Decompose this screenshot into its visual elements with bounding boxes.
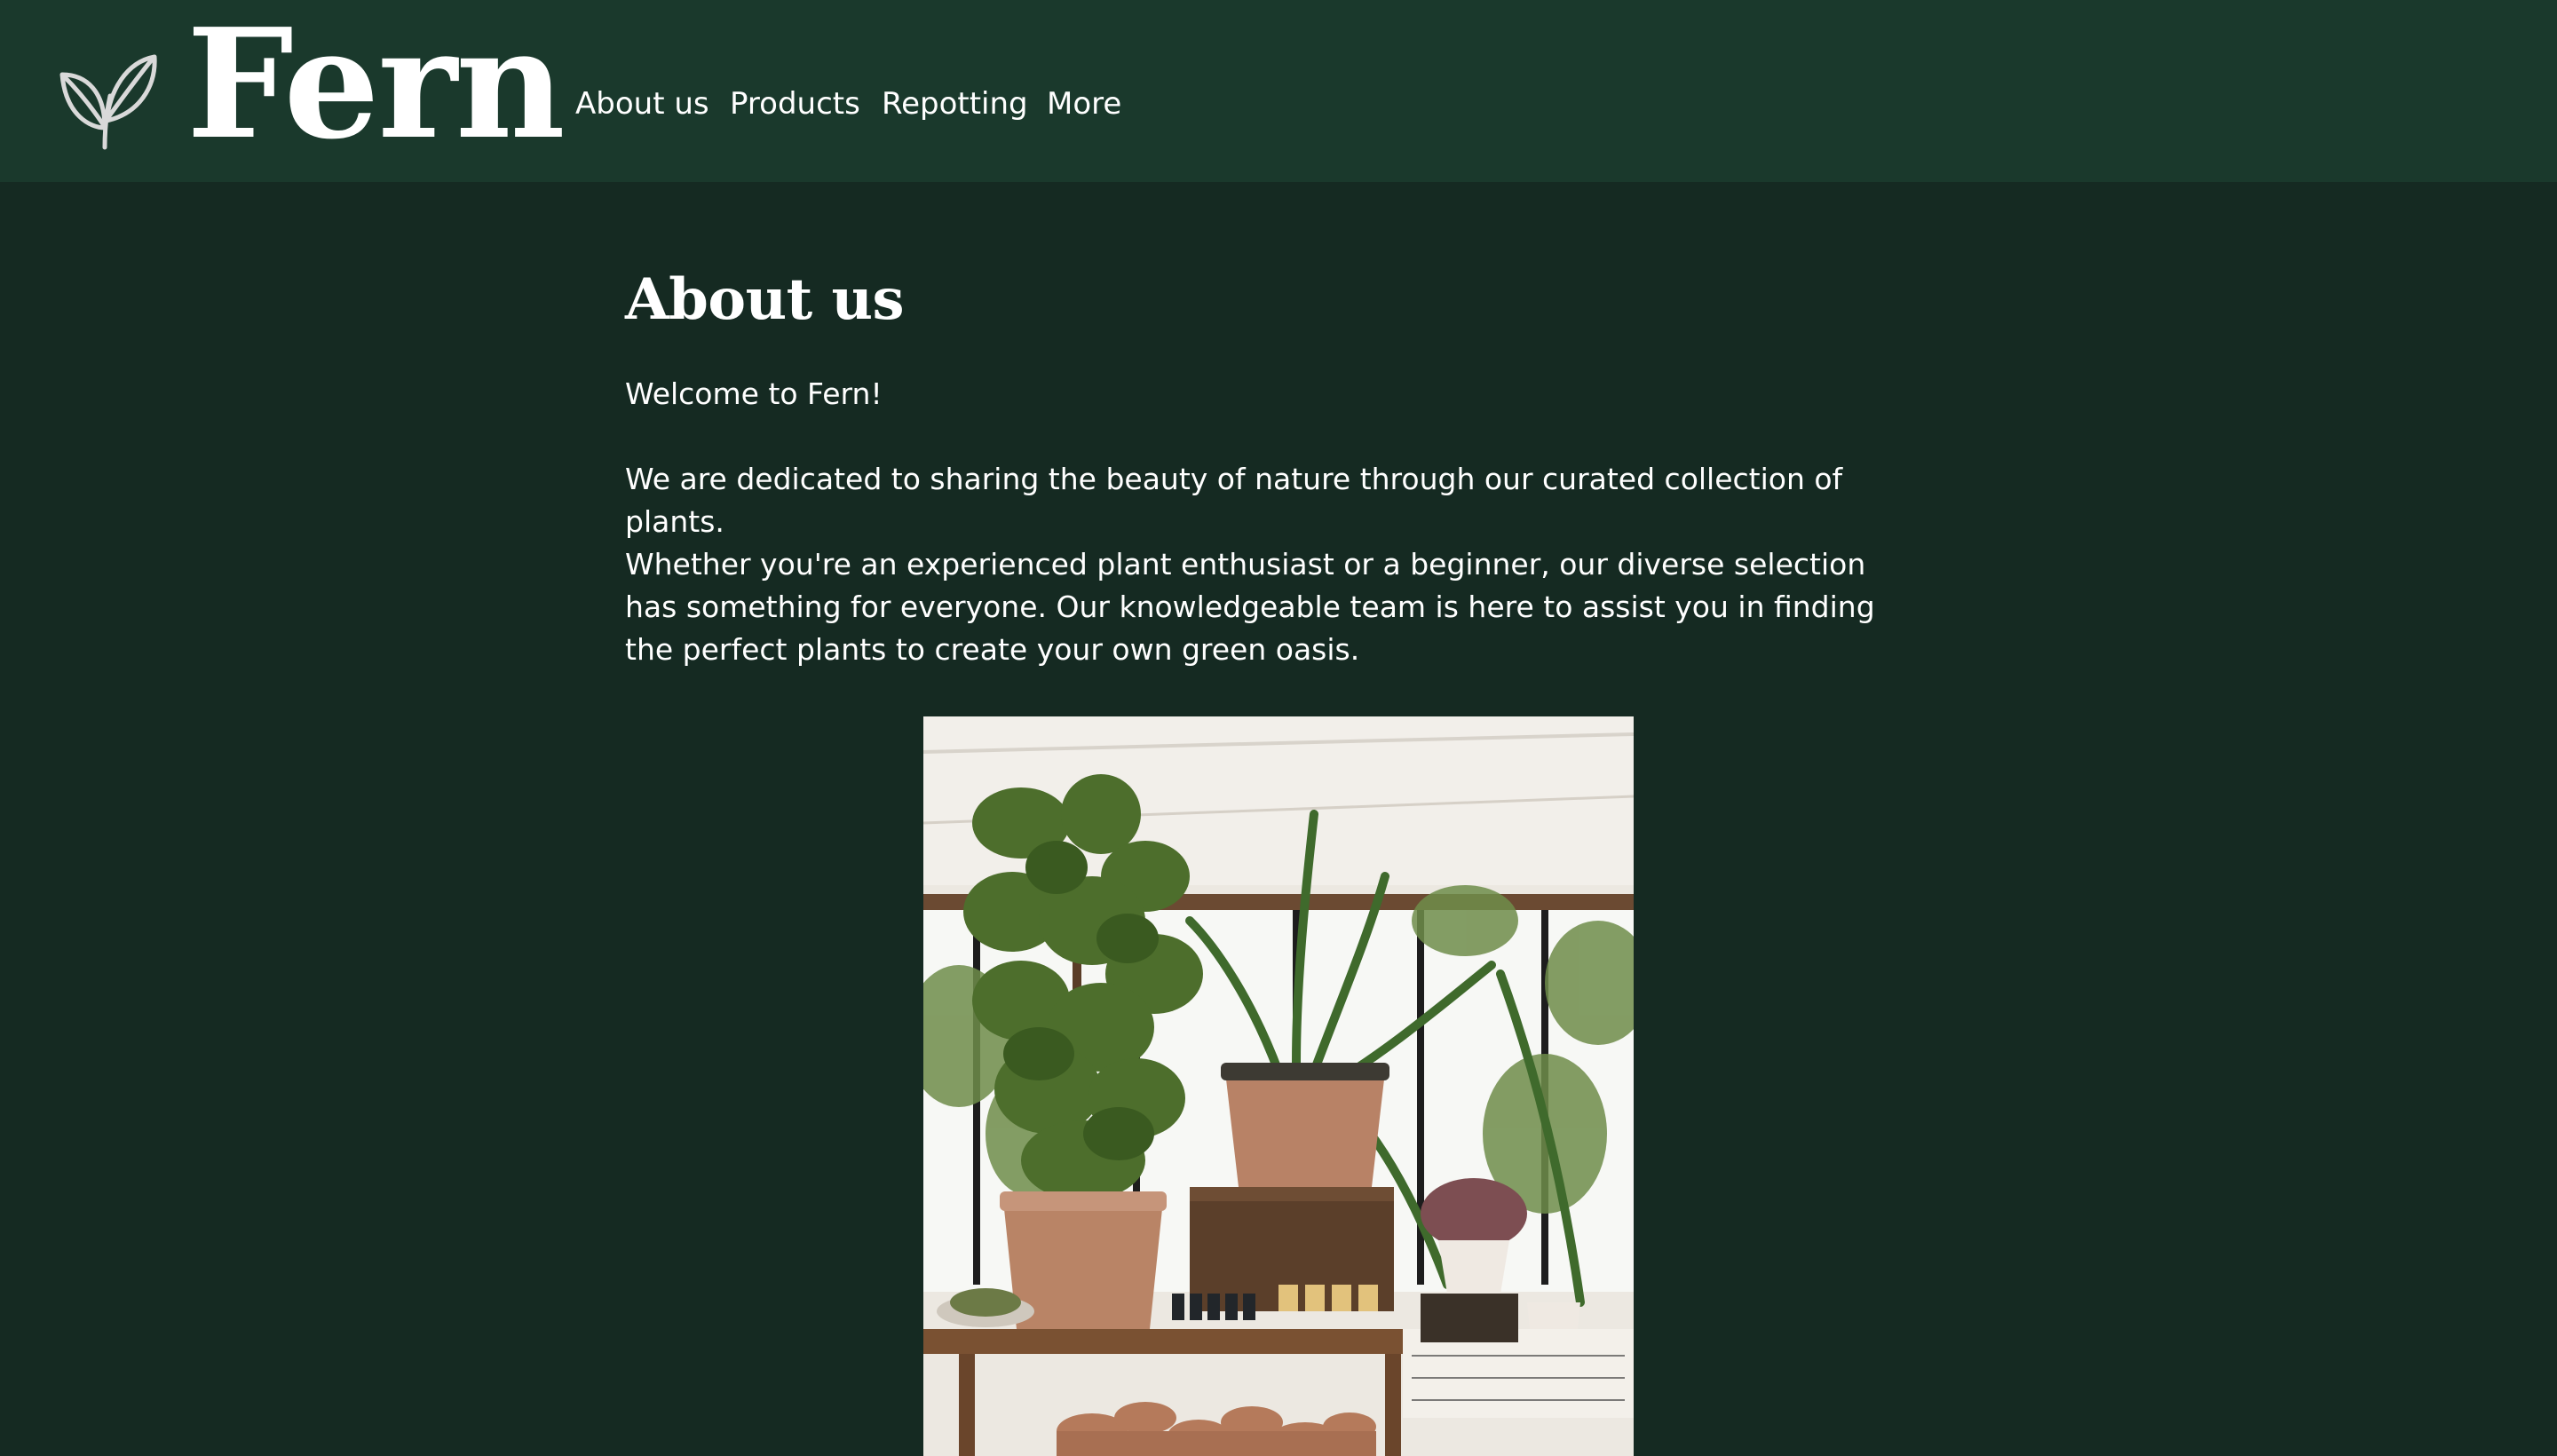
brand-logo-text[interactable]: Fern [186,9,566,160]
nav-item-more[interactable]: More [1047,82,1121,126]
selection-text: Whether you're an experienced plant enth… [625,547,1875,667]
mission-text: We are dedicated to sharing the beauty o… [625,462,1843,539]
page-title: About us [625,266,905,333]
about-section: About us Welcome to Fern! We are dedicat… [625,257,1939,667]
site-header: Fern About us Products Repotting More [0,0,2557,182]
nav-item-repotting[interactable]: Repotting [882,82,1028,126]
welcome-text: Welcome to Fern! [625,376,883,411]
plant-shop-photo [923,716,1634,1456]
sprout-icon[interactable] [55,51,160,151]
nav-item-products[interactable]: Products [730,82,860,126]
nav-item-about-us[interactable]: About us [575,82,709,126]
